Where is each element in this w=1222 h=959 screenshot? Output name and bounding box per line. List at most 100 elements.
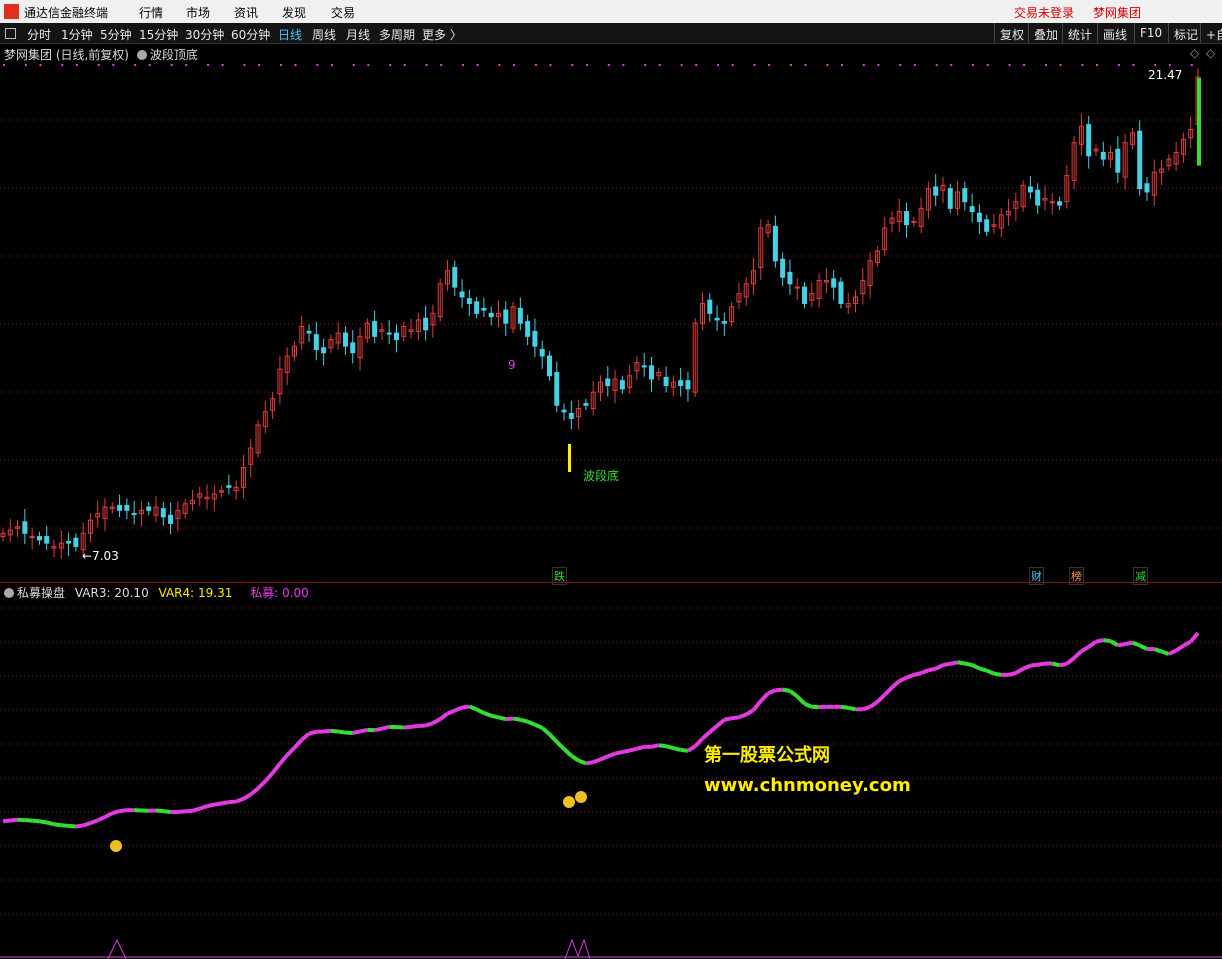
tab-30min[interactable]: 30分钟 — [185, 26, 224, 43]
private-fund-line — [920, 668, 930, 675]
signal-dot — [425, 64, 428, 66]
menu-item-news[interactable]: 资讯 — [234, 4, 258, 21]
signal-dot — [862, 64, 865, 66]
private-fund-line — [39, 819, 48, 825]
high-price-label: 21.47 — [1148, 68, 1183, 82]
private-fund-line — [1051, 661, 1061, 668]
signal-dot — [258, 64, 261, 66]
main-panel-header: 梦网集团 (日线,前复权) 波段顶底 — [4, 46, 198, 63]
tab-more[interactable]: 更多 〉 — [422, 26, 462, 43]
private-fund-line — [1059, 661, 1068, 668]
signal-dot — [389, 64, 392, 66]
signal-dot — [513, 64, 516, 66]
signal-dot — [658, 64, 661, 66]
sub-panel-title[interactable]: 私募操盘 — [17, 586, 65, 600]
private-fund-line — [75, 823, 84, 829]
private-fund-line — [614, 750, 623, 756]
private-fund-line — [2, 818, 11, 824]
private-fund-line — [978, 666, 988, 673]
menu-item-market[interactable]: 行情 — [139, 4, 163, 21]
private-fund-line — [68, 823, 77, 829]
private-fund-line — [410, 723, 419, 729]
candle-body — [1144, 183, 1150, 193]
sub-indicator-menu-icon[interactable] — [4, 588, 14, 598]
tab-1min[interactable]: 1分钟 — [61, 26, 93, 43]
private-fund-line — [949, 660, 958, 666]
menu-item-discover[interactable]: 发现 — [282, 4, 306, 21]
tab-60min[interactable]: 60分钟 — [231, 26, 270, 43]
candle-body — [313, 334, 319, 350]
event-tag-reduce[interactable]: 减 — [1133, 567, 1148, 585]
private-fund-line — [330, 728, 339, 734]
signal-dot — [24, 64, 27, 66]
candle-body — [838, 281, 844, 305]
candle-body — [124, 504, 130, 511]
candle-body — [546, 355, 552, 377]
main-indicator-name[interactable]: 波段顶底 — [150, 48, 198, 62]
event-tag-finance[interactable]: 财 — [1029, 567, 1044, 585]
signal-dot — [498, 64, 501, 66]
signal-dot — [731, 64, 734, 66]
signal-dot — [1059, 64, 1062, 66]
tab-5min[interactable]: 5分钟 — [100, 26, 132, 43]
private-fund-line — [658, 743, 667, 749]
signal-dot — [243, 64, 246, 66]
tab-weekly[interactable]: 周线 — [312, 26, 336, 43]
private-fund-line — [403, 724, 412, 730]
panel-toggle-icon[interactable] — [5, 28, 16, 39]
draw-button[interactable]: 画线 — [1097, 23, 1132, 43]
signal-dot — [950, 64, 953, 66]
private-fund-line — [1065, 656, 1076, 666]
adjust-button[interactable]: 复权 — [994, 23, 1029, 43]
var4-label: VAR4: — [158, 586, 195, 600]
private-fund-line — [731, 715, 740, 721]
event-tag-rank[interactable]: 榜 — [1069, 567, 1084, 585]
signal-dot — [571, 64, 574, 66]
signal-dot — [134, 64, 137, 66]
private-fund-line — [184, 808, 193, 814]
private-fund-line — [438, 712, 449, 721]
candle-body — [649, 365, 655, 380]
signal-dot — [221, 64, 224, 66]
signal-dot — [207, 64, 210, 66]
tab-daily[interactable]: 日线 — [278, 26, 302, 43]
stats-button[interactable]: 统计 — [1062, 23, 1097, 43]
f10-button[interactable]: F10 — [1134, 23, 1167, 43]
overlay-button[interactable]: 叠加 — [1028, 23, 1063, 43]
menu-item-markets[interactable]: 市场 — [186, 4, 210, 21]
candle-body — [168, 514, 174, 524]
private-fund-line — [1168, 648, 1177, 656]
custom-button[interactable]: +自 — [1200, 23, 1222, 43]
candle-body — [794, 286, 800, 289]
tab-monthly[interactable]: 月线 — [346, 26, 370, 43]
menu-item-trade[interactable]: 交易 — [331, 4, 355, 21]
diamond-icon-2[interactable]: ◇ — [1206, 46, 1215, 60]
tab-intraday[interactable]: 分时 — [27, 26, 51, 43]
private-fund-line — [1103, 638, 1111, 644]
private-fund-line — [256, 779, 267, 790]
event-tag-drop[interactable]: 跌 — [552, 567, 567, 585]
diamond-icon[interactable]: ◇ — [1190, 46, 1199, 60]
candle-body — [452, 266, 458, 288]
tab-multi-period[interactable]: 多周期 — [379, 26, 415, 43]
private-fund-line — [119, 808, 128, 814]
private-fund-line — [1030, 662, 1038, 668]
trade-login-status[interactable]: 交易未登录 — [1014, 4, 1074, 21]
mark-button[interactable]: 标记 — [1168, 23, 1203, 43]
indicator-menu-icon[interactable] — [136, 50, 147, 60]
private-fund-line — [693, 737, 704, 748]
private-fund-line — [738, 712, 747, 720]
private-fund-line — [788, 689, 799, 698]
tab-15min[interactable]: 15分钟 — [139, 26, 178, 43]
signal-dot — [367, 64, 370, 66]
candle-body — [969, 206, 975, 213]
candle-body — [117, 504, 123, 511]
signal-dot — [61, 64, 64, 66]
stock-name-link[interactable]: 梦网集团 — [1093, 4, 1141, 21]
candle-body — [911, 220, 917, 223]
signal-dot — [585, 64, 588, 66]
signal-dot — [330, 64, 333, 66]
signal-dot — [804, 64, 807, 66]
candle-body — [1100, 152, 1106, 160]
candle-body — [802, 286, 808, 305]
